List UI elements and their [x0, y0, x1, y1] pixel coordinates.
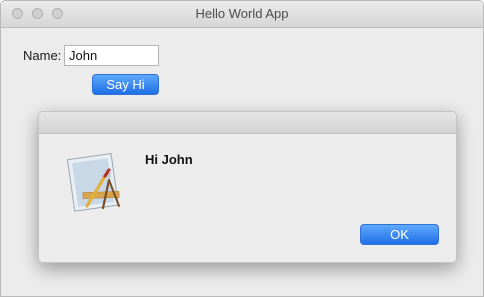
- ok-button[interactable]: OK: [360, 224, 439, 245]
- name-label: Name:: [23, 48, 62, 63]
- alert-dialog: Hi John OK: [38, 111, 457, 263]
- window-titlebar[interactable]: Hello World App: [1, 1, 483, 28]
- say-hi-button[interactable]: Say Hi: [92, 74, 159, 95]
- desktop: Hello World App Name: Say Hi: [0, 0, 484, 297]
- app-window: Hello World App Name: Say Hi: [0, 0, 484, 297]
- alert-titlebar: [39, 112, 456, 134]
- app-icon: [66, 153, 120, 212]
- window-title: Hello World App: [195, 6, 289, 21]
- name-input[interactable]: [64, 45, 159, 66]
- alert-message: Hi John: [145, 152, 193, 167]
